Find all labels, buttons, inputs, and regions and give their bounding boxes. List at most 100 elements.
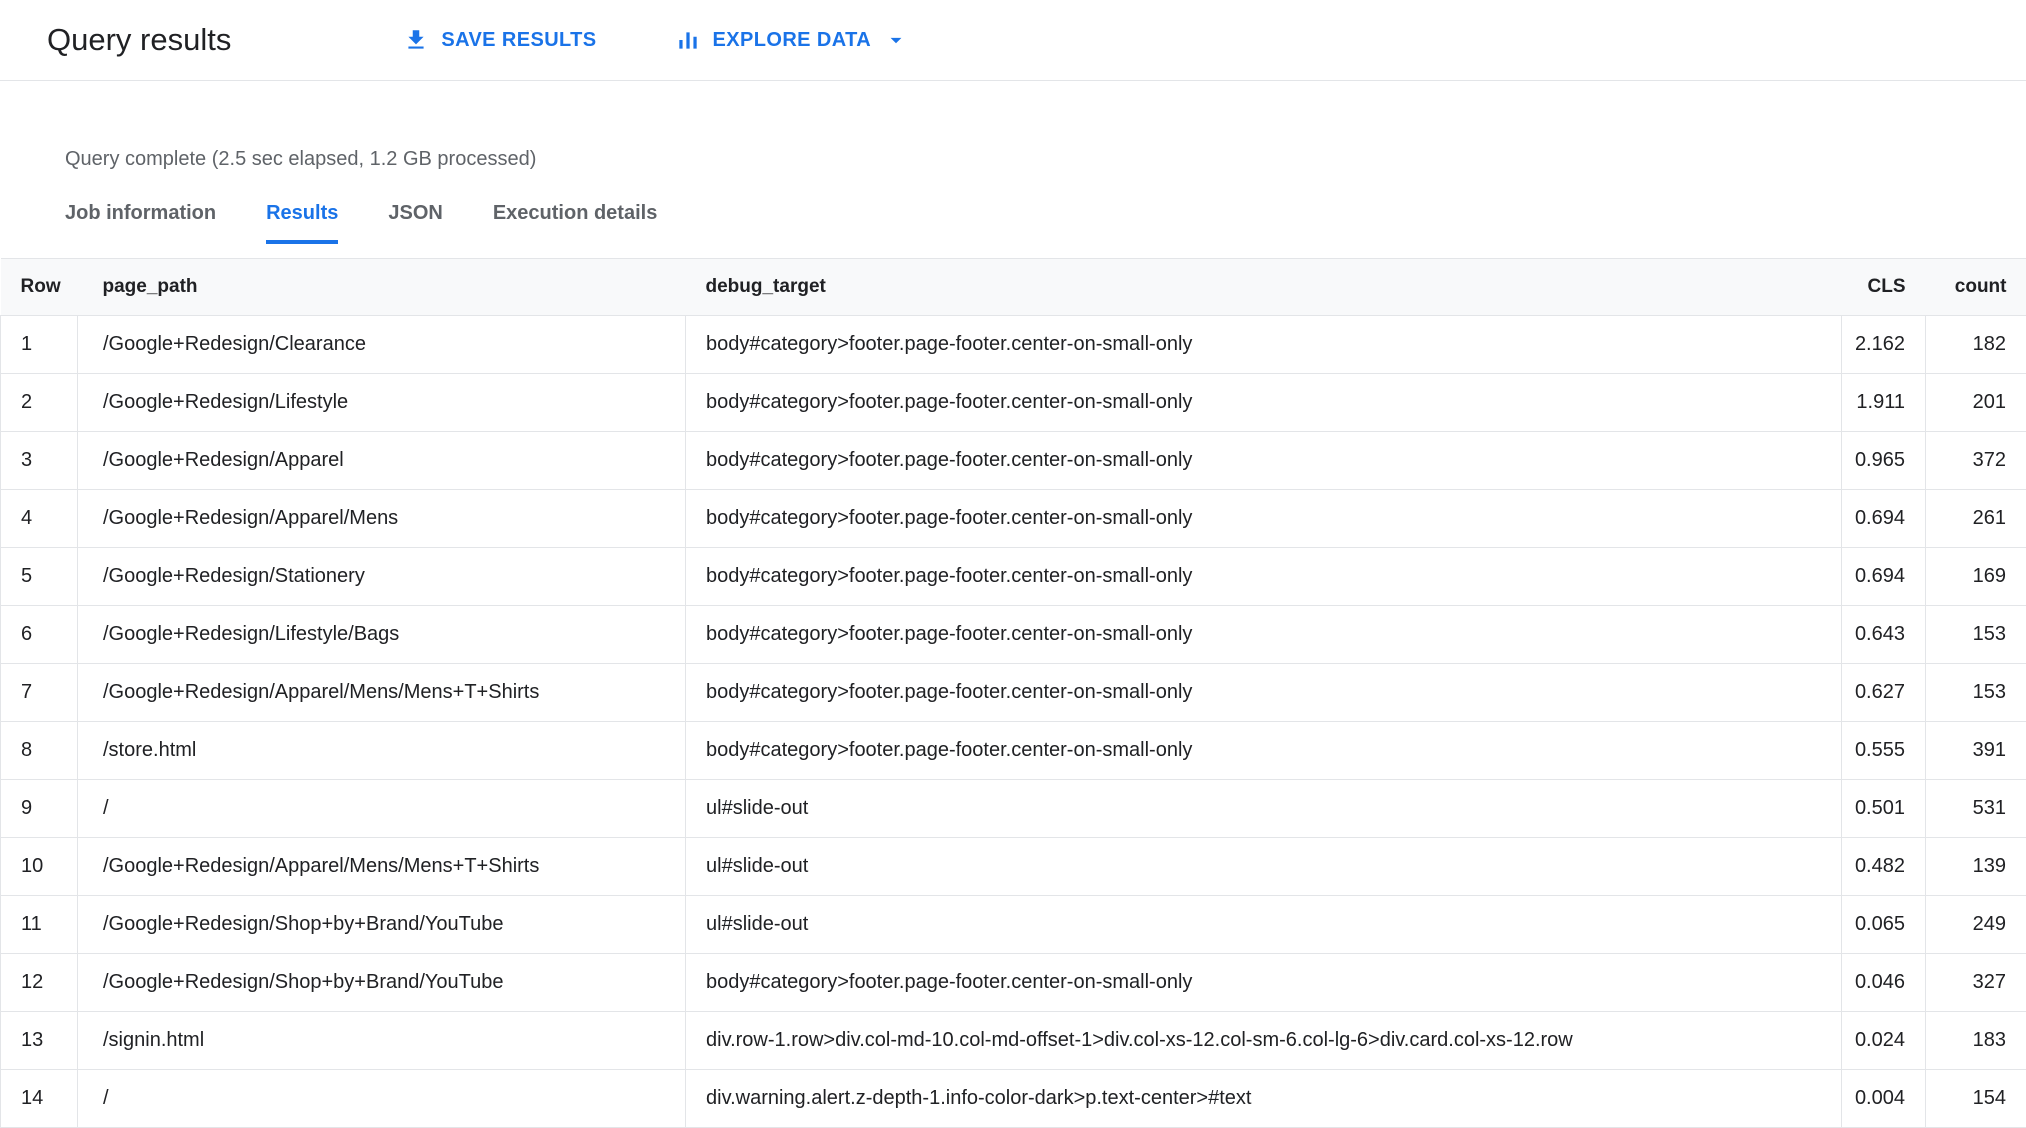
- debug-target-cell: ul#slide-out: [685, 895, 1842, 954]
- explore-data-label: EXPLORE DATA: [712, 28, 872, 51]
- table-row: 9/ul#slide-out 0.501 531: [0, 779, 2026, 838]
- column-header-debug-target: debug_target: [685, 258, 1842, 316]
- row-number-cell: 11: [0, 895, 78, 954]
- cls-cell: 2.162: [1841, 315, 1926, 374]
- table-row: 8/store.html body#category>footer.page-fo…: [0, 721, 2026, 780]
- page-path-cell: /Google+Redesign/Stationery: [77, 547, 686, 606]
- table-header-row: Row page_path debug_target CLS count: [0, 258, 2026, 316]
- page-title: Query results: [47, 22, 232, 57]
- count-cell: 531: [1925, 779, 2026, 838]
- row-number-cell: 9: [0, 779, 78, 838]
- page-path-cell: /Google+Redesign/Apparel/Mens/Mens+T+Shi…: [77, 663, 686, 722]
- cls-cell: 0.004: [1841, 1069, 1926, 1128]
- page-path-cell: /Google+Redesign/Clearance: [77, 315, 686, 374]
- column-header-count: count: [1925, 258, 2026, 316]
- debug-target-cell: div.warning.alert.z-depth-1.info-color-d…: [685, 1069, 1842, 1128]
- cls-cell: 0.555: [1841, 721, 1926, 780]
- count-cell: 154: [1925, 1069, 2026, 1128]
- count-cell: 183: [1925, 1011, 2026, 1070]
- page-path-cell: /Google+Redesign/Apparel/Mens/Mens+T+Shi…: [77, 837, 686, 896]
- debug-target-cell: body#category>footer.page-footer.center-…: [685, 605, 1842, 664]
- cls-cell: 1.911: [1841, 373, 1926, 432]
- cls-cell: 0.501: [1841, 779, 1926, 838]
- count-cell: 139: [1925, 837, 2026, 896]
- count-cell: 182: [1925, 315, 2026, 374]
- count-cell: 261: [1925, 489, 2026, 548]
- page-path-cell: /Google+Redesign/Apparel/Mens: [77, 489, 686, 548]
- row-number-cell: 5: [0, 547, 78, 606]
- save-results-label: SAVE RESULTS: [441, 28, 597, 51]
- count-cell: 153: [1925, 605, 2026, 664]
- debug-target-cell: body#category>footer.page-footer.center-…: [685, 663, 1842, 722]
- cls-cell: 0.024: [1841, 1011, 1926, 1070]
- count-cell: 372: [1925, 431, 2026, 490]
- table-row: 11/Google+Redesign/Shop+by+Brand/YouTube…: [0, 895, 2026, 954]
- row-number-cell: 8: [0, 721, 78, 780]
- debug-target-cell: body#category>footer.page-footer.center-…: [685, 373, 1842, 432]
- query-results-panel: { "header": { "title": "Query results", …: [0, 0, 2026, 1128]
- bar-chart-icon: [675, 27, 701, 53]
- row-number-cell: 4: [0, 489, 78, 548]
- table-row: 5/Google+Redesign/Stationery body#categor…: [0, 547, 2026, 606]
- page-path-cell: /Google+Redesign/Lifestyle/Bags: [77, 605, 686, 664]
- debug-target-cell: ul#slide-out: [685, 779, 1842, 838]
- tab-results[interactable]: Results: [266, 202, 339, 244]
- count-cell: 201: [1925, 373, 2026, 432]
- results-tbody: 1/Google+Redesign/Clearance body#category…: [0, 315, 2026, 1128]
- page-path-cell: /store.html: [77, 721, 686, 780]
- cls-cell: 0.482: [1841, 837, 1926, 896]
- row-number-cell: 12: [0, 953, 78, 1012]
- debug-target-cell: body#category>footer.page-footer.center-…: [685, 489, 1842, 548]
- row-number-cell: 6: [0, 605, 78, 664]
- table-row: 14/div.warning.alert.z-depth-1.info-colo…: [0, 1069, 2026, 1128]
- page-path-cell: /: [77, 779, 686, 838]
- page-path-cell: /Google+Redesign/Lifestyle: [77, 373, 686, 432]
- column-header-row: Row: [0, 258, 78, 316]
- row-number-cell: 7: [0, 663, 78, 722]
- debug-target-cell: body#category>footer.page-footer.center-…: [685, 315, 1842, 374]
- cls-cell: 0.965: [1841, 431, 1926, 490]
- table-row: 2/Google+Redesign/Lifestyle body#category…: [0, 373, 2026, 432]
- table-row: 3/Google+Redesign/Apparel body#category>f…: [0, 431, 2026, 490]
- dropdown-arrow-icon: [883, 27, 909, 53]
- results-toolbar: Query results SAVE RESULTS EXPLORE DATA: [0, 0, 2026, 81]
- page-path-cell: /signin.html: [77, 1011, 686, 1070]
- debug-target-cell: body#category>footer.page-footer.center-…: [685, 721, 1842, 780]
- cls-cell: 0.694: [1841, 489, 1926, 548]
- download-icon: [403, 27, 429, 53]
- table-row: 12/Google+Redesign/Shop+by+Brand/YouTube…: [0, 953, 2026, 1012]
- row-number-cell: 3: [0, 431, 78, 490]
- table-row: 1/Google+Redesign/Clearance body#category…: [0, 315, 2026, 374]
- row-number-cell: 13: [0, 1011, 78, 1070]
- count-cell: 327: [1925, 953, 2026, 1012]
- debug-target-cell: body#category>footer.page-footer.center-…: [685, 431, 1842, 490]
- row-number-cell: 2: [0, 373, 78, 432]
- count-cell: 391: [1925, 721, 2026, 780]
- debug-target-cell: body#category>footer.page-footer.center-…: [685, 953, 1842, 1012]
- explore-data-button[interactable]: EXPLORE DATA: [675, 27, 910, 53]
- column-header-cls: CLS: [1841, 258, 1926, 316]
- query-status-text: Query complete (2.5 sec elapsed, 1.2 GB …: [65, 148, 537, 170]
- cls-cell: 0.046: [1841, 953, 1926, 1012]
- save-results-button[interactable]: SAVE RESULTS: [403, 27, 596, 53]
- cls-cell: 0.065: [1841, 895, 1926, 954]
- table-row: 4/Google+Redesign/Apparel/Mens body#categ…: [0, 489, 2026, 548]
- cls-cell: 0.643: [1841, 605, 1926, 664]
- debug-target-cell: ul#slide-out: [685, 837, 1842, 896]
- count-cell: 249: [1925, 895, 2026, 954]
- tab-json[interactable]: JSON: [388, 202, 442, 244]
- page-path-cell: /Google+Redesign/Apparel: [77, 431, 686, 490]
- row-number-cell: 1: [0, 315, 78, 374]
- column-header-page-path: page_path: [77, 258, 686, 316]
- tab-execution-details[interactable]: Execution details: [493, 202, 658, 244]
- cls-cell: 0.627: [1841, 663, 1926, 722]
- table-row: 7/Google+Redesign/Apparel/Mens/Mens+T+Sh…: [0, 663, 2026, 722]
- count-cell: 169: [1925, 547, 2026, 606]
- cls-cell: 0.694: [1841, 547, 1926, 606]
- page-path-cell: /Google+Redesign/Shop+by+Brand/YouTube: [77, 953, 686, 1012]
- debug-target-cell: body#category>footer.page-footer.center-…: [685, 547, 1842, 606]
- table-row: 13/signin.html div.row-1.row>div.col-md-1…: [0, 1011, 2026, 1070]
- table-row: 6/Google+Redesign/Lifestyle/Bags body#cat…: [0, 605, 2026, 664]
- page-path-cell: /: [77, 1069, 686, 1128]
- tab-job-information[interactable]: Job information: [65, 202, 216, 244]
